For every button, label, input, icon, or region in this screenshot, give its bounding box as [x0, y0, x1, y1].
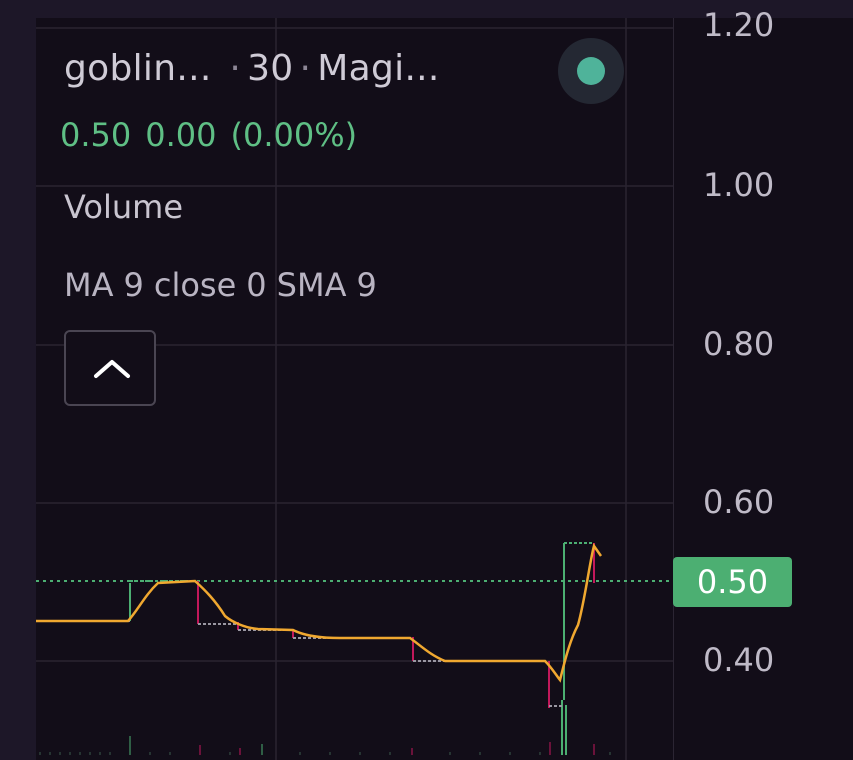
ma-length: 9: [123, 266, 144, 304]
exchange-label[interactable]: Magi...: [317, 48, 439, 89]
current-price-label: 0.50: [673, 557, 792, 607]
price-tick: 1.00: [703, 166, 775, 204]
ma-type: SMA: [276, 266, 347, 304]
chevron-up-icon: [94, 360, 130, 378]
interval-label[interactable]: 30: [247, 48, 293, 89]
ma-smoothing: 9: [356, 266, 377, 304]
symbol-name[interactable]: goblin...: [64, 48, 212, 89]
ma-line: [36, 543, 603, 683]
ma-name: MA: [64, 266, 114, 304]
last-price-value: 0.50: [60, 116, 132, 154]
collapse-legend-button[interactable]: [64, 330, 156, 406]
price-tick: 1.20: [703, 6, 775, 44]
candles: [36, 542, 595, 708]
status-dot-icon: [577, 57, 605, 85]
price-tick: 0.40: [703, 641, 775, 679]
ma-source: close: [153, 266, 237, 304]
price-tick: 0.60: [703, 483, 775, 521]
volume-bars: [39, 700, 611, 755]
price-tick: 0.80: [703, 325, 775, 363]
market-status-button[interactable]: [558, 38, 624, 104]
ma-offset: 0: [246, 266, 267, 304]
indicator-volume[interactable]: Volume: [64, 188, 183, 226]
symbol-legend[interactable]: goblin... · 30 · Magi...: [64, 48, 440, 89]
separator-dot: ·: [299, 48, 312, 89]
indicator-ma[interactable]: MA 9 close 0 SMA 9: [64, 266, 387, 304]
change-percent: (0.00%): [230, 116, 358, 154]
price-readout: 0.50 0.00 (0.00%): [60, 116, 371, 154]
change-value: 0.00: [145, 116, 217, 154]
separator-dot: ·: [229, 48, 242, 89]
